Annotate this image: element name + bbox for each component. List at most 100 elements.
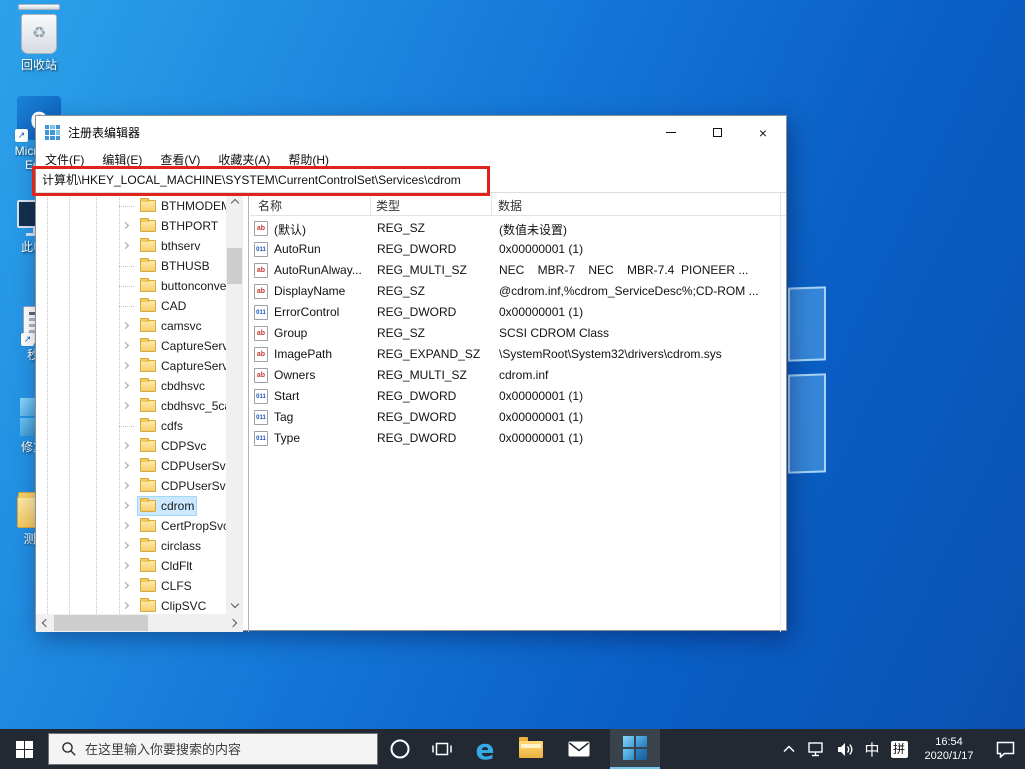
close-button[interactable]: × xyxy=(740,116,786,149)
menu-edit[interactable]: 编辑(E) xyxy=(93,151,151,168)
search-input[interactable] xyxy=(85,742,355,757)
expand-arrow-icon[interactable] xyxy=(122,482,129,489)
expand-arrow-icon[interactable] xyxy=(122,462,129,469)
tree-item-CldFlt[interactable]: CldFlt xyxy=(36,556,226,576)
tree-item-label: cbdhsvc xyxy=(161,379,205,393)
scrollbar-thumb[interactable] xyxy=(54,615,148,631)
tree-item-cbdhsvc[interactable]: cbdhsvc xyxy=(36,376,226,396)
tree-vertical-scrollbar[interactable] xyxy=(226,193,243,614)
tree-item-CDPUserSvc[interactable]: CDPUserSvc xyxy=(36,476,226,496)
tree-item-CAD[interactable]: CAD xyxy=(36,296,226,316)
expand-arrow-icon[interactable] xyxy=(122,342,129,349)
registry-value-row[interactable]: abImagePathREG_EXPAND_SZ\SystemRoot\Syst… xyxy=(250,344,786,365)
column-separator[interactable] xyxy=(491,193,492,216)
expand-arrow-icon[interactable] xyxy=(122,502,129,509)
tree-item-cdrom[interactable]: cdrom xyxy=(36,496,226,516)
expand-arrow-icon[interactable] xyxy=(122,222,129,229)
tree-item-CertPropSvc[interactable]: CertPropSvc xyxy=(36,516,226,536)
ime-mode-indicator[interactable]: 中 xyxy=(859,729,885,769)
tree-item-camsvc[interactable]: camsvc xyxy=(36,316,226,336)
scroll-down-icon[interactable] xyxy=(226,597,243,614)
taskbar-edge-button[interactable]: e xyxy=(462,729,508,769)
tree-item-BTHPORT[interactable]: BTHPORT xyxy=(36,216,226,236)
address-bar[interactable]: 计算机\HKEY_LOCAL_MACHINE\SYSTEM\CurrentCon… xyxy=(36,169,786,193)
registry-value-row[interactable]: ab(默认)REG_SZ(数值未设置) xyxy=(250,218,786,239)
expand-arrow-icon[interactable] xyxy=(122,242,129,249)
taskbar-regedit-button-active[interactable] xyxy=(610,729,660,769)
scroll-up-icon[interactable] xyxy=(226,193,243,210)
expand-arrow-icon[interactable] xyxy=(122,442,129,449)
expand-arrow-icon[interactable] xyxy=(122,542,129,549)
expand-arrow-icon[interactable] xyxy=(122,382,129,389)
start-button[interactable] xyxy=(0,729,48,769)
action-center-button[interactable] xyxy=(985,729,1025,769)
cortana-button[interactable] xyxy=(378,729,422,769)
folder-icon xyxy=(140,200,156,212)
panel-splitter[interactable] xyxy=(248,193,249,632)
menu-favorites[interactable]: 收藏夹(A) xyxy=(209,151,279,168)
tree-item-bthserv[interactable]: bthserv xyxy=(36,236,226,256)
registry-value-row[interactable]: 011TypeREG_DWORD0x00000001 (1) xyxy=(250,428,786,449)
maximize-button[interactable] xyxy=(694,116,740,149)
scroll-left-icon[interactable] xyxy=(36,614,53,631)
tree-item-ClipSVC[interactable]: ClipSVC xyxy=(36,596,226,616)
expand-arrow-icon[interactable] xyxy=(122,322,129,329)
desktop-icon-recycle-bin[interactable]: ♻ 回收站 xyxy=(6,4,72,72)
tree-item-cbdhsvc_5ca[interactable]: cbdhsvc_5ca xyxy=(36,396,226,416)
expand-arrow-icon[interactable] xyxy=(122,522,129,529)
tree-item-label: camsvc xyxy=(161,319,202,333)
tree-horizontal-scrollbar[interactable] xyxy=(36,614,243,632)
taskbar: e xyxy=(0,729,1025,769)
column-header-data[interactable]: 数据 xyxy=(498,197,522,214)
task-view-button[interactable] xyxy=(422,729,462,769)
registry-value-row[interactable]: abDisplayNameREG_SZ@cdrom.inf,%cdrom_Ser… xyxy=(250,281,786,302)
tray-chevron-button[interactable] xyxy=(775,729,803,769)
column-header-type[interactable]: 类型 xyxy=(376,197,400,214)
tray-network-button[interactable] xyxy=(803,729,831,769)
tree-item-BTHMODEM[interactable]: BTHMODEM xyxy=(36,196,226,216)
scroll-right-icon[interactable] xyxy=(226,614,243,631)
tree-item-circlass[interactable]: circlass xyxy=(36,536,226,556)
value-type: REG_SZ xyxy=(377,284,492,298)
tree-item-buttonconve[interactable]: buttonconve xyxy=(36,276,226,296)
expand-arrow-icon[interactable] xyxy=(122,602,129,609)
tree-item-CaptureServ[interactable]: CaptureServ xyxy=(36,336,226,356)
ime-pinyin-indicator[interactable]: 拼 xyxy=(885,729,913,769)
menu-view[interactable]: 查看(V) xyxy=(151,151,209,168)
tree-item-cdfs[interactable]: cdfs xyxy=(36,416,226,436)
menu-file[interactable]: 文件(F) xyxy=(36,151,93,168)
registry-value-row[interactable]: abOwnersREG_MULTI_SZcdrom.inf xyxy=(250,365,786,386)
tree-item-CDPUserSvc[interactable]: CDPUserSvc xyxy=(36,456,226,476)
value-name: ImagePath xyxy=(274,347,372,361)
taskbar-mail-button[interactable] xyxy=(556,729,602,769)
taskbar-search[interactable] xyxy=(48,733,378,765)
minimize-button[interactable] xyxy=(648,116,694,149)
menu-help[interactable]: 帮助(H) xyxy=(279,151,338,168)
registry-value-row[interactable]: 011AutoRunREG_DWORD0x00000001 (1) xyxy=(250,239,786,260)
taskbar-clock[interactable]: 16:54 2020/1/17 xyxy=(913,729,985,769)
taskbar-explorer-button[interactable] xyxy=(508,729,554,769)
scrollbar-thumb[interactable] xyxy=(227,248,242,284)
registry-value-row[interactable]: 011TagREG_DWORD0x00000001 (1) xyxy=(250,407,786,428)
tree-item-CaptureServ[interactable]: CaptureServ xyxy=(36,356,226,376)
expand-arrow-icon[interactable] xyxy=(122,582,129,589)
registry-value-row[interactable]: abGroupREG_SZSCSI CDROM Class xyxy=(250,323,786,344)
registry-value-row[interactable]: 011ErrorControlREG_DWORD0x00000001 (1) xyxy=(250,302,786,323)
expand-arrow-icon[interactable] xyxy=(122,362,129,369)
column-header-name[interactable]: 名称 xyxy=(258,197,282,214)
tree-item-CDPSvc[interactable]: CDPSvc xyxy=(36,436,226,456)
value-data: 0x00000001 (1) xyxy=(499,305,783,319)
expand-arrow-icon[interactable] xyxy=(122,402,129,409)
registry-value-row[interactable]: 011StartREG_DWORD0x00000001 (1) xyxy=(250,386,786,407)
tree-item-BTHUSB[interactable]: BTHUSB xyxy=(36,256,226,276)
tree-item-CLFS[interactable]: CLFS xyxy=(36,576,226,596)
reg-dword-icon: 011 xyxy=(254,389,268,404)
value-name: Type xyxy=(274,431,372,445)
column-separator[interactable] xyxy=(780,193,781,216)
tree-item-label: buttonconve xyxy=(161,279,226,293)
tray-volume-button[interactable] xyxy=(831,729,859,769)
expand-arrow-icon[interactable] xyxy=(122,562,129,569)
column-separator[interactable] xyxy=(370,193,371,216)
title-bar[interactable]: 注册表编辑器 × xyxy=(36,116,786,149)
registry-value-row[interactable]: abAutoRunAlway...REG_MULTI_SZNEC MBR-7 N… xyxy=(250,260,786,281)
